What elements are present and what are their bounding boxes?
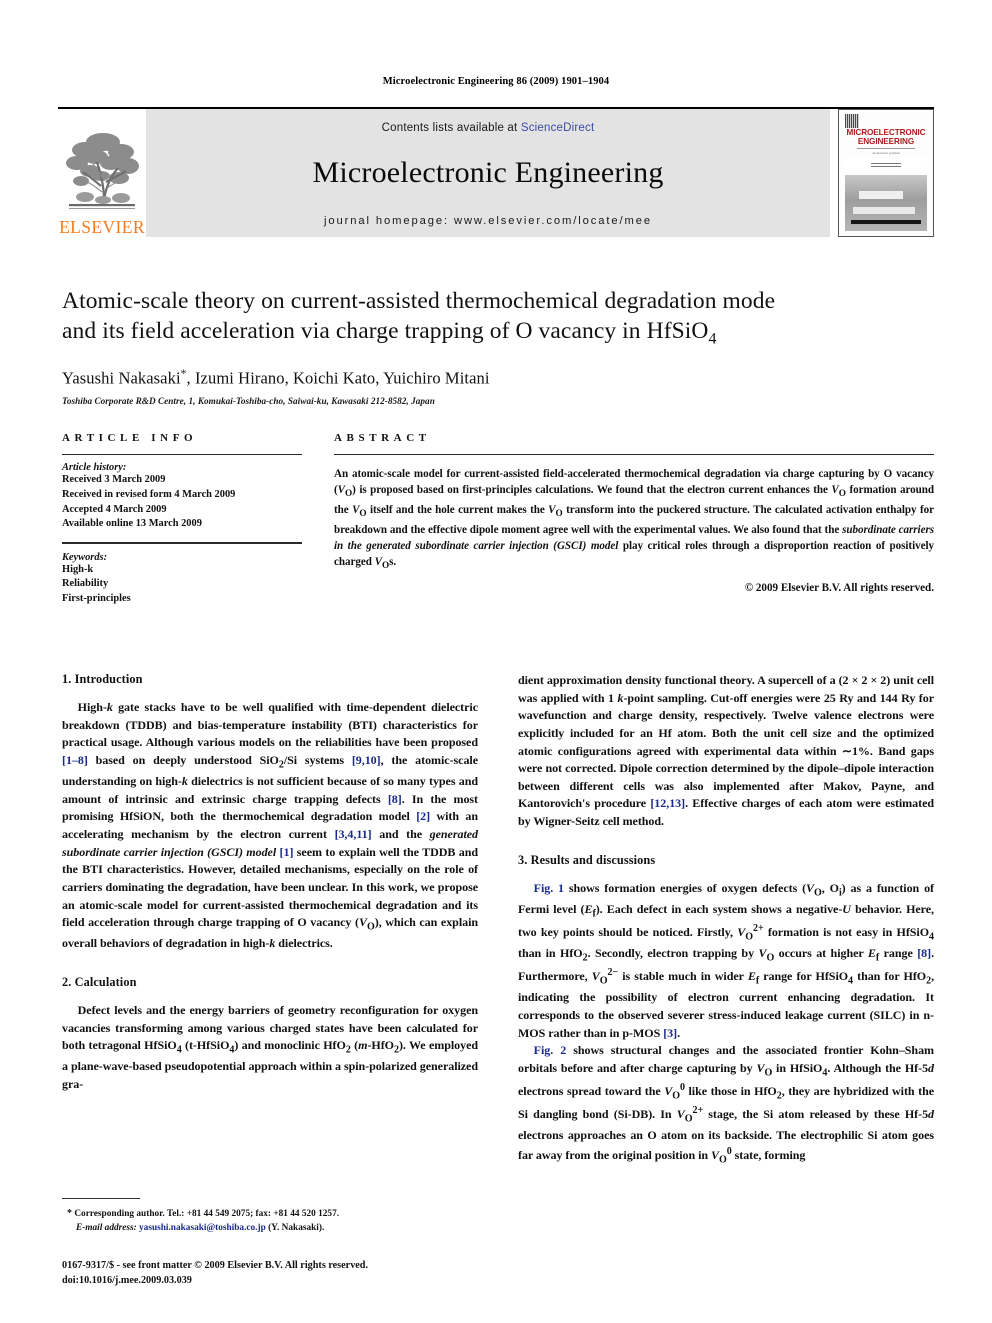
author-first: Yasushi Nakasaki [62, 368, 181, 388]
keyword-item: Reliability [62, 578, 109, 590]
body-left-column: 1. Introduction High-k gate stacks have … [62, 672, 478, 1168]
footnote-email: E-mail address: yasushi.nakasaki@toshiba… [62, 1222, 478, 1236]
section-heading-results: 3. Results and discussions [518, 852, 656, 867]
issn-copyright-line: 0167-9317/$ - see front matter © 2009 El… [62, 1260, 369, 1271]
divider [62, 454, 302, 455]
paper-page: Microelectronic Engineering 86 (2009) 19… [0, 0, 992, 1323]
history-item: Accepted 4 March 2009 [62, 503, 167, 515]
cover-subtitle: an elsevier journal [872, 151, 900, 156]
journal-band: Contents lists available at ScienceDirec… [146, 109, 830, 237]
author-list: Yasushi Nakasaki*, Izumi Hirano, Koichi … [62, 368, 934, 389]
abstract-text: An atomic-scale model for current-assist… [334, 468, 934, 572]
article-history-block: Article history: Received 3 March 2009 R… [62, 462, 302, 532]
cover-divider [857, 148, 915, 150]
keywords-block: Keywords: High-k Reliability First-princ… [62, 552, 302, 607]
journal-homepage-line[interactable]: journal homepage: www.elsevier.com/locat… [324, 215, 652, 227]
paragraph-intro-1: High-k gate stacks have to be well quali… [62, 700, 478, 951]
doi-line: doi:10.1016/j.mee.2009.03.039 [62, 1275, 192, 1287]
history-item: Received 3 March 2009 [62, 474, 166, 485]
elsevier-logo: ELSEVIER [58, 109, 146, 237]
email-owner: (Y. Nakasaki). [268, 1222, 325, 1233]
keywords-label: Keywords: [62, 551, 108, 563]
cover-caption-line [871, 162, 901, 164]
email-link[interactable]: yasushi.nakasaki@toshiba.co.jp [139, 1223, 266, 1233]
body-right-column: dient approximation density functional t… [518, 672, 934, 1168]
paragraph-results-2: Fig. 2 shows structural changes and the … [518, 1043, 935, 1166]
divider [62, 542, 302, 544]
sciencedirect-link[interactable]: ScienceDirect [521, 122, 595, 134]
title-block: Atomic-scale theory on current-assisted … [62, 287, 934, 406]
divider [334, 454, 934, 455]
contents-prefix: Contents lists available at [381, 122, 521, 134]
page-title: Atomic-scale theory on current-assisted … [62, 287, 934, 350]
body-region: 1. Introduction High-k gate stacks have … [62, 672, 934, 1168]
footnote-block: * Corresponding author. Tel.: +81 44 549… [62, 1198, 478, 1236]
cover-micrograph-feature [859, 190, 903, 199]
contents-available-line: Contents lists available at ScienceDirec… [382, 122, 595, 134]
journal-cover-thumbnail: MICROELECTRONIC ENGINEERING an elsevier … [838, 109, 934, 237]
running-head: Microelectronic Engineering 86 (2009) 19… [382, 76, 610, 87]
footnote-rule [62, 1198, 140, 1199]
footnote-corresponding-text: Corresponding author. Tel.: +81 44 549 2… [74, 1209, 340, 1219]
journal-masthead: ELSEVIER Contents lists available at Sci… [58, 107, 934, 237]
paragraph-calculation-2: dient approximation density functional t… [518, 673, 935, 829]
abstract-column: ABSTRACT An atomic-scale model for curre… [334, 432, 934, 607]
title-line-2: and its field acceleration via charge tr… [62, 317, 709, 344]
footnote-corresponding-author: * Corresponding author. Tel.: +81 44 549… [62, 1206, 478, 1222]
abstract-heading: ABSTRACT [334, 432, 431, 444]
affiliation: Toshiba Corporate R&D Centre, 1, Komukai… [62, 396, 435, 407]
title-line-1: Atomic-scale theory on current-assisted … [62, 288, 776, 314]
journal-title: Microelectronic Engineering [312, 156, 664, 189]
section-heading-introduction: 1. Introduction [62, 672, 143, 686]
authors-remaining: , Izumi Hirano, Koichi Kato, Yuichiro Mi… [186, 368, 490, 388]
cover-micrograph-feature [853, 206, 915, 214]
title-subscript: 4 [708, 330, 717, 348]
legal-block: 0167-9317/$ - see front matter © 2009 El… [62, 1258, 562, 1289]
history-item: Available online 13 March 2009 [62, 518, 202, 530]
footnote-star: * [67, 1208, 72, 1219]
history-item: Received in revised form 4 March 2009 [62, 488, 236, 500]
cover-title-line2: ENGINEERING [857, 137, 915, 147]
info-abstract-region: ARTICLE INFO Article history: Received 3… [62, 432, 934, 607]
email-label: E-mail address: [76, 1222, 137, 1233]
column-gutter [478, 672, 518, 1168]
abstract-copyright: © 2009 Elsevier B.V. All rights reserved… [744, 581, 934, 594]
article-info-heading: ARTICLE INFO [62, 432, 198, 444]
column-gutter [302, 432, 334, 607]
cover-publisher-mark-icon [845, 114, 859, 128]
cover-caption-line [871, 165, 901, 167]
keyword-item: First-principles [62, 593, 131, 605]
elsevier-tree-icon [63, 126, 141, 218]
keyword-item: High-k [62, 563, 94, 575]
cover-caption-box [845, 158, 927, 171]
article-info-column: ARTICLE INFO Article history: Received 3… [62, 432, 302, 607]
paragraph-results-1: Fig. 1 shows formation energies of oxyge… [518, 880, 935, 1040]
elsevier-wordmark: ELSEVIER [59, 216, 145, 237]
article-history-label: Article history: [62, 462, 127, 473]
cover-micrograph-feature [851, 219, 921, 224]
cover-micrograph-image [845, 174, 927, 232]
section-heading-calculation: 2. Calculation [62, 974, 137, 989]
cover-title-line1: MICROELECTRONIC [846, 127, 926, 137]
paragraph-calculation-1: Defect levels and the energy barriers of… [62, 1002, 479, 1091]
